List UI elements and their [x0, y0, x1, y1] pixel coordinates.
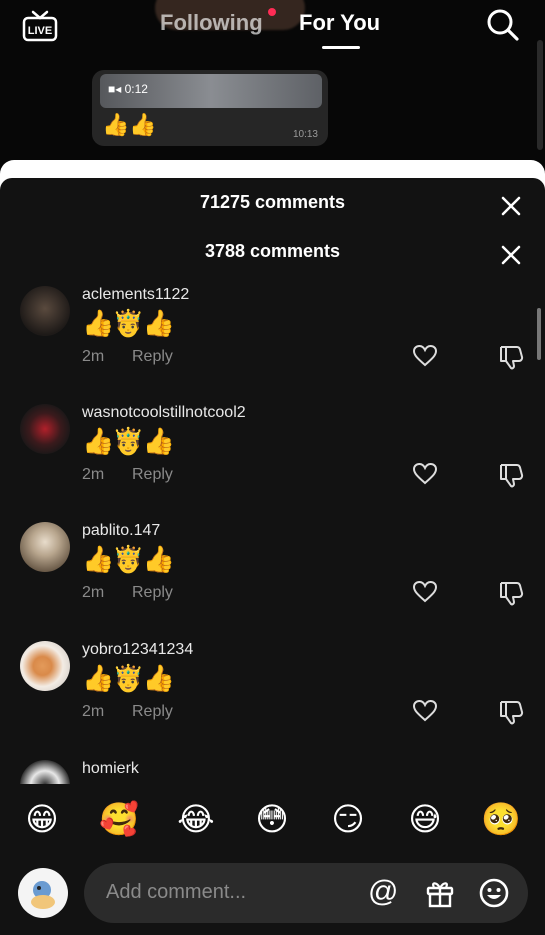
thumbs-down-icon[interactable]	[497, 698, 525, 726]
heart-icon[interactable]	[412, 343, 438, 369]
emoji-button[interactable]: 🥰	[96, 800, 142, 838]
add-comment-placeholder[interactable]: Add comment...	[106, 881, 246, 904]
thumbs-down-icon[interactable]	[497, 579, 525, 607]
comment-item: wasnotcoolstillnotcool2 👍🤴👍 2m Reply	[0, 404, 545, 522]
comment-item: pablito.147 👍🤴👍 2m Reply	[0, 522, 545, 640]
video-camera-icon: ■◂	[108, 82, 122, 96]
comment-time: 2m	[82, 348, 105, 365]
chat-message-time: 10:13	[292, 129, 318, 140]
active-tab-indicator	[322, 46, 360, 49]
comment-username[interactable]: aclements1122	[82, 286, 189, 304]
comment-time: 2m	[82, 584, 105, 601]
live-label: LIVE	[28, 25, 52, 37]
emoji-button[interactable]: 😏	[325, 800, 371, 838]
comment-item: aclements1122 👍🤴👍 2m Reply	[0, 286, 545, 404]
comment-text: 👍🤴👍	[82, 308, 175, 338]
search-icon[interactable]	[486, 8, 520, 42]
reply-button[interactable]: Reply	[132, 584, 173, 602]
video-duration: ■◂ 0:12	[108, 82, 148, 96]
comment-text: 👍🤴👍	[82, 663, 175, 693]
thumbs-down-icon[interactable]	[497, 461, 525, 489]
comment-time: 2m	[82, 703, 105, 720]
close-icon[interactable]	[500, 195, 522, 217]
reply-button[interactable]: Reply	[132, 466, 173, 484]
emoji-button[interactable]: 🥺	[478, 800, 524, 838]
chat-message-text: 👍👍	[102, 112, 157, 137]
comment-item: yobro12341234 👍🤴👍 2m Reply	[0, 641, 545, 759]
thumbs-down-icon[interactable]	[497, 343, 525, 371]
add-comment-input[interactable]: Add comment... @	[84, 863, 528, 923]
comment-text: 👍🤴👍	[82, 544, 175, 574]
feed-scroll-indicator	[537, 40, 543, 150]
comment-username[interactable]: homierk	[82, 760, 139, 778]
close-icon[interactable]	[500, 244, 522, 266]
quick-emoji-bar: 😁 🥰 😂 😳 😏 😅 🥺	[0, 800, 545, 846]
mention-icon[interactable]: @	[368, 875, 398, 909]
comment-username[interactable]: yobro12341234	[82, 641, 193, 659]
pokemon-avatar-icon	[31, 881, 55, 909]
notification-dot	[268, 8, 276, 16]
comment-username[interactable]: wasnotcoolstillnotcool2	[82, 404, 246, 422]
avatar[interactable]	[18, 868, 68, 918]
comment-item: homierk	[0, 760, 545, 784]
avatar[interactable]	[20, 404, 70, 454]
heart-icon[interactable]	[412, 579, 438, 605]
chat-message-preview[interactable]: ■◂ 0:12 👍👍 10:13	[92, 70, 328, 146]
avatar[interactable]	[20, 760, 70, 784]
video-duration-text: 0:12	[124, 82, 148, 96]
avatar[interactable]	[20, 522, 70, 572]
avatar[interactable]	[20, 641, 70, 691]
heart-icon[interactable]	[412, 698, 438, 724]
tab-following[interactable]: Following	[160, 10, 263, 36]
emoji-button[interactable]: 😁	[19, 800, 65, 838]
tab-for-you[interactable]: For You	[299, 10, 380, 36]
emoji-button[interactable]: 😳	[249, 800, 295, 838]
emoji-button[interactable]: 😂	[173, 800, 219, 838]
comment-username[interactable]: pablito.147	[82, 522, 160, 540]
gift-icon[interactable]	[424, 877, 456, 909]
heart-icon[interactable]	[412, 461, 438, 487]
comment-text: 👍🤴👍	[82, 426, 175, 456]
reply-button[interactable]: Reply	[132, 348, 173, 366]
avatar[interactable]	[20, 286, 70, 336]
emoji-picker-icon[interactable]	[478, 877, 510, 909]
comments-count-header: 3788 comments	[204, 241, 341, 261]
reply-button[interactable]: Reply	[132, 703, 173, 721]
comments-count-header: 71275 comments	[199, 192, 346, 212]
live-icon[interactable]: LIVE	[22, 8, 58, 42]
emoji-button[interactable]: 😅	[402, 800, 448, 838]
comment-time: 2m	[82, 466, 105, 483]
